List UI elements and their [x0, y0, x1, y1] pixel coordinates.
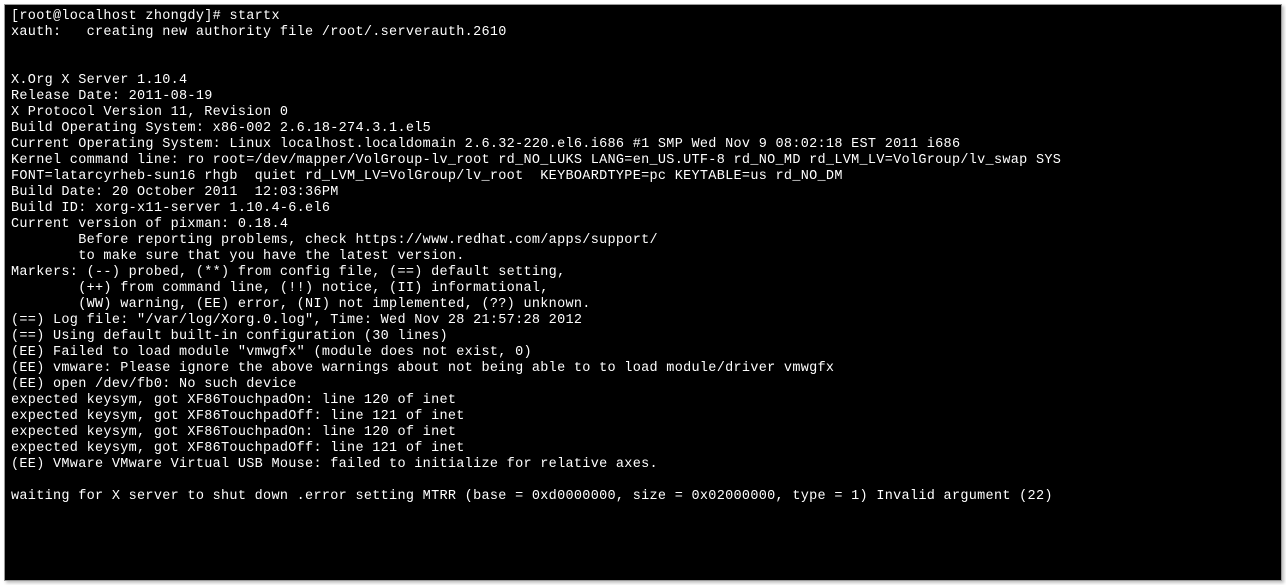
terminal-output: xauth: creating new authority file /root…	[11, 25, 1061, 504]
command-input: startx	[229, 9, 279, 24]
shell-prompt: [root@localhost zhongdy]#	[11, 9, 229, 24]
terminal-window[interactable]: [root@localhost zhongdy]# startx xauth: …	[4, 4, 1282, 581]
